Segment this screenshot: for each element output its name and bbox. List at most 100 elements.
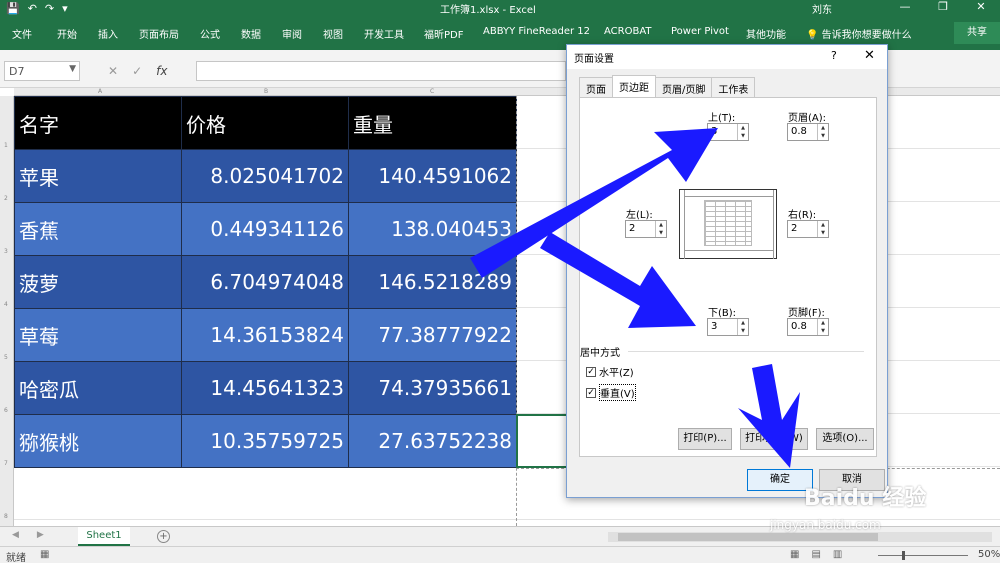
options-button[interactable]: 选项(O)... [816, 428, 874, 450]
top-margin-field[interactable]: 3 ▲ ▼ [707, 123, 749, 141]
table-cell[interactable]: 138.040453 [348, 202, 517, 256]
tab-acrobat[interactable]: ACROBAT [604, 26, 652, 37]
row-header[interactable]: 3 [4, 248, 8, 255]
tab-view[interactable]: 视图 [323, 26, 343, 41]
tab-review[interactable]: 审阅 [282, 26, 302, 41]
name-box[interactable]: D7 ▼ [4, 61, 80, 81]
header-margin-field[interactable]: 0.8 ▲ ▼ [787, 123, 829, 141]
redo-icon[interactable]: ↷ [45, 2, 54, 15]
table-cell[interactable]: 27.63752238 [348, 414, 517, 468]
row-header[interactable]: 6 [4, 407, 8, 414]
prev-sheet-icon[interactable]: ◀ [12, 530, 19, 540]
right-margin-field[interactable]: 2 ▲ ▼ [787, 220, 829, 238]
center-horizontal-checkbox[interactable]: ✓ 水平(Z) [586, 364, 634, 379]
bottom-margin-field[interactable]: 3 ▲ ▼ [707, 318, 749, 336]
zoom-slider-thumb[interactable] [902, 551, 905, 560]
minimize-button[interactable]: — [886, 0, 924, 14]
spinner-arrows-icon[interactable]: ▲ ▼ [737, 124, 748, 140]
column-header-b[interactable]: B [264, 88, 268, 95]
row-header[interactable]: 4 [4, 301, 8, 308]
print-button[interactable]: 打印(P)... [678, 428, 732, 450]
zoom-slider[interactable] [878, 551, 968, 560]
row-header[interactable]: 2 [4, 195, 8, 202]
selected-cell[interactable] [516, 414, 568, 468]
table-cell[interactable]: 10.35759725 [181, 414, 349, 468]
scrollbar-thumb[interactable] [618, 533, 878, 541]
table-cell[interactable]: 140.4591062 [348, 149, 517, 203]
spinner-arrows-icon[interactable]: ▲ ▼ [817, 221, 828, 237]
header-cell[interactable]: 名字 [14, 96, 182, 150]
macro-record-icon[interactable]: ▦ [40, 549, 49, 560]
close-window-button[interactable]: ✕ [962, 0, 1000, 14]
row-header[interactable]: 7 [4, 460, 8, 467]
checkbox-checked-icon[interactable]: ✓ [586, 387, 596, 398]
user-name[interactable]: 刘东 [812, 1, 832, 16]
table-cell[interactable]: 香蕉 [14, 202, 182, 256]
sheet-tab-sheet1[interactable]: Sheet1 [78, 527, 130, 546]
tab-other[interactable]: 其他功能 [746, 26, 786, 41]
zoom-level[interactable]: 50% [978, 549, 1000, 560]
spinner-arrows-icon[interactable]: ▲ ▼ [655, 221, 666, 237]
tab-page[interactable]: 页面 [579, 77, 613, 97]
table-cell[interactable]: 猕猴桃 [14, 414, 182, 468]
customize-qat-icon[interactable]: ▾ [62, 2, 68, 15]
table-cell[interactable]: 14.36153824 [181, 308, 349, 362]
share-button[interactable]: 共享 [954, 22, 1000, 44]
insert-function-icon[interactable]: fx [156, 64, 167, 78]
table-cell[interactable]: 草莓 [14, 308, 182, 362]
table-cell[interactable]: 74.37935661 [348, 361, 517, 415]
enter-icon[interactable]: ✓ [132, 64, 142, 78]
tab-file[interactable]: 文件 [12, 26, 32, 41]
center-vertical-checkbox[interactable]: ✓ 垂直(V) [586, 384, 636, 401]
add-sheet-button[interactable]: + [157, 530, 170, 543]
tab-formulas[interactable]: 公式 [200, 26, 220, 41]
column-header-a[interactable]: A [98, 88, 102, 95]
tab-insert[interactable]: 插入 [98, 26, 118, 41]
table-cell[interactable]: 146.5218289 [348, 255, 517, 309]
table-cell[interactable]: 菠萝 [14, 255, 182, 309]
tell-me-search[interactable]: 💡 告诉我你想要做什么 [806, 26, 912, 41]
table-cell[interactable]: 14.45641323 [181, 361, 349, 415]
formula-input[interactable] [196, 61, 566, 81]
save-icon[interactable]: 💾 [6, 2, 20, 15]
horizontal-scrollbar[interactable] [608, 532, 992, 542]
help-button[interactable]: ? [831, 49, 837, 62]
column-header-c[interactable]: C [430, 88, 434, 95]
left-margin-field[interactable]: 2 ▲ ▼ [625, 220, 667, 238]
dialog-close-button[interactable]: ✕ [864, 48, 875, 63]
tab-header-footer[interactable]: 页眉/页脚 [655, 77, 713, 97]
tab-power-pivot[interactable]: Power Pivot [671, 26, 729, 37]
table-cell[interactable]: 苹果 [14, 149, 182, 203]
spinner-arrows-icon[interactable]: ▲ ▼ [817, 124, 828, 140]
cancel-entry-icon[interactable]: ✕ [108, 64, 118, 78]
page-break-view-icon[interactable]: ▥ [833, 549, 842, 560]
row-header[interactable]: 1 [4, 142, 8, 149]
footer-margin-field[interactable]: 0.8 ▲ ▼ [787, 318, 829, 336]
spinner-arrows-icon[interactable]: ▲ ▼ [737, 319, 748, 335]
chevron-down-icon[interactable]: ▼ [69, 64, 76, 74]
table-cell[interactable]: 0.449341126 [181, 202, 349, 256]
row-header[interactable]: 8 [4, 513, 8, 520]
table-cell[interactable]: 8.025041702 [181, 149, 349, 203]
tab-home[interactable]: 开始 [57, 26, 77, 41]
page-layout-view-icon[interactable]: ▤ [811, 549, 820, 560]
normal-view-icon[interactable]: ▦ [790, 549, 799, 560]
undo-icon[interactable]: ↶ [28, 2, 37, 15]
tab-foxit-pdf[interactable]: 福昕PDF [424, 26, 463, 41]
spinner-arrows-icon[interactable]: ▲ ▼ [817, 319, 828, 335]
next-sheet-icon[interactable]: ▶ [37, 530, 44, 540]
table-cell[interactable]: 6.704974048 [181, 255, 349, 309]
header-cell[interactable]: 重量 [348, 96, 517, 150]
checkbox-checked-icon[interactable]: ✓ [586, 366, 596, 377]
tab-sheet[interactable]: 工作表 [711, 77, 756, 97]
tab-page-layout[interactable]: 页面布局 [139, 26, 179, 41]
tab-abbyy[interactable]: ABBYY FineReader 12 [483, 26, 590, 37]
print-preview-button[interactable]: 打印预览(W) [740, 428, 808, 450]
tab-data[interactable]: 数据 [241, 26, 261, 41]
row-header[interactable]: 5 [4, 354, 8, 361]
restore-button[interactable]: ❐ [924, 0, 962, 14]
tab-developer[interactable]: 开发工具 [364, 26, 404, 41]
header-cell[interactable]: 价格 [181, 96, 349, 150]
table-cell[interactable]: 77.38777922 [348, 308, 517, 362]
tab-margins[interactable]: 页边距 [612, 75, 656, 98]
